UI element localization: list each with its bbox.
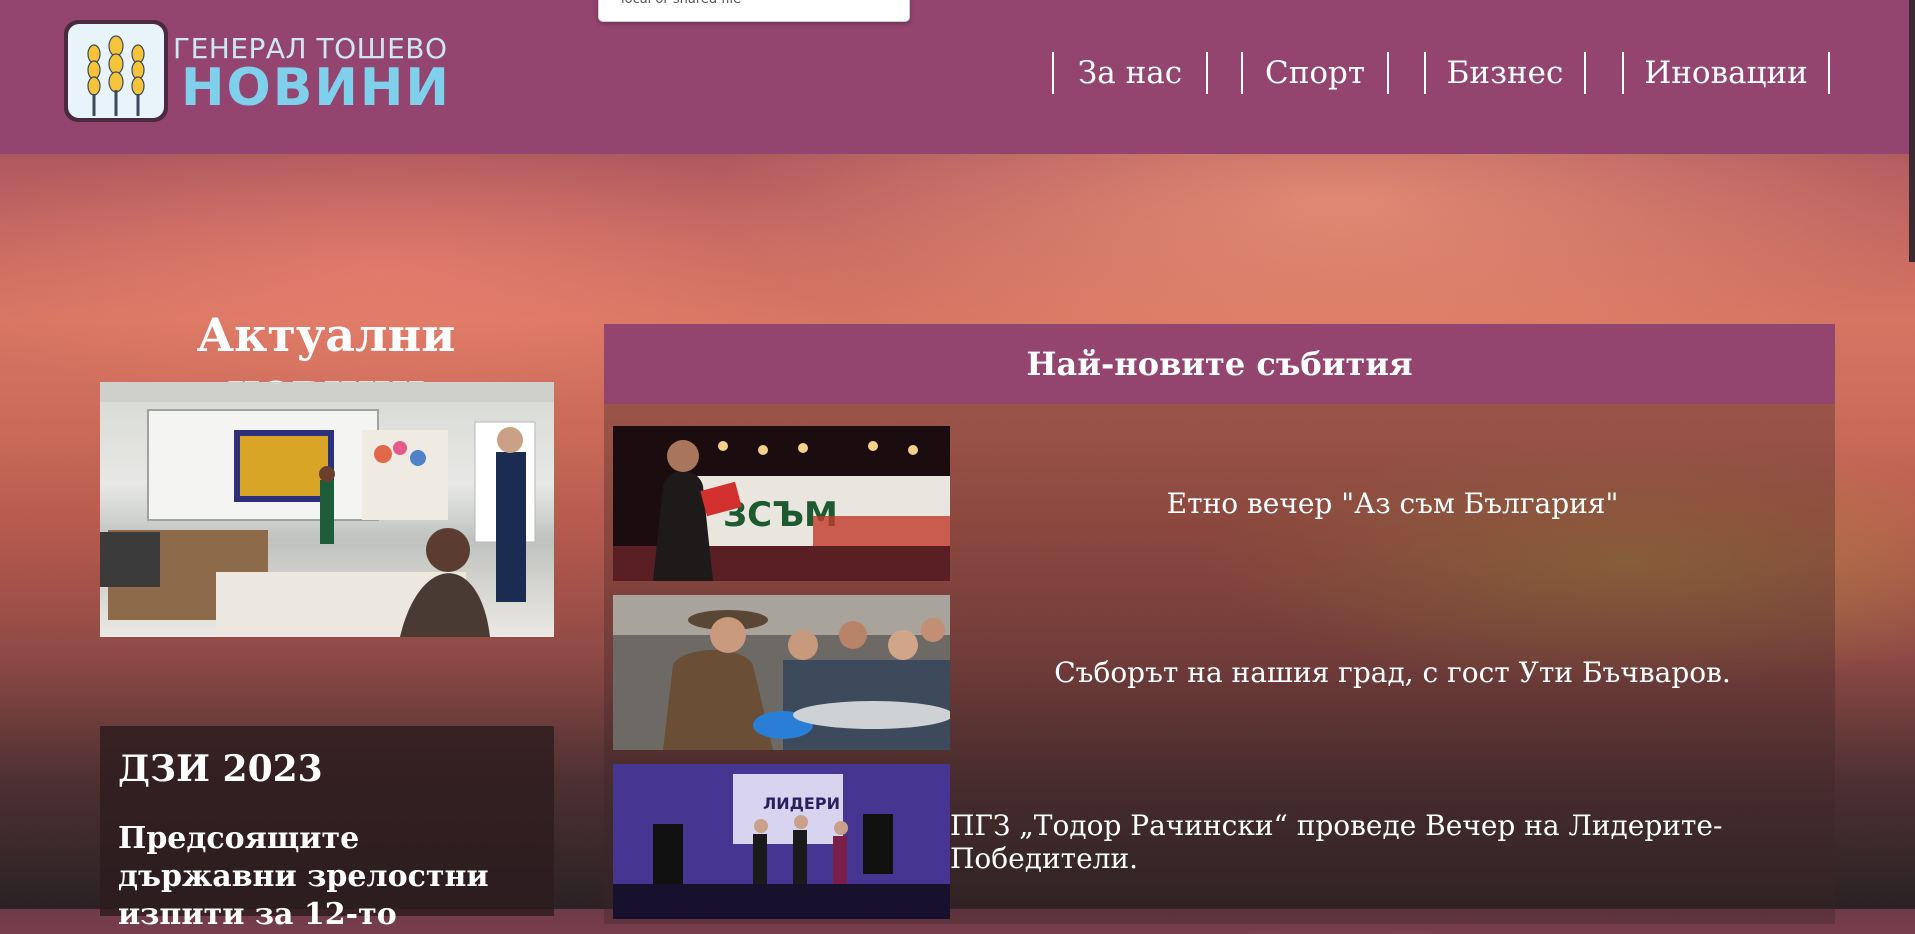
svg-text:ЛИДЕРИ: ЛИДЕРИ [763, 794, 840, 813]
wheat-logo-icon[interactable] [64, 20, 168, 122]
file-tooltip: local or shared file [598, 0, 910, 22]
latest-events-title: Най-новите събития [604, 324, 1835, 404]
nav-item-sport[interactable]: Спорт [1241, 52, 1389, 94]
nav-item-label: Иновации [1644, 55, 1808, 91]
news-card[interactable]: ДЗИ 2023 Предсоящите държавни зрелостни … [100, 726, 554, 932]
latest-events-panel: Най-новите събития ЗСЪМ Етно вечер "Аз с… [604, 324, 1835, 924]
brand-line-2[interactable]: НОВИНИ [181, 58, 451, 118]
nav-item-label: За нас [1077, 55, 1183, 91]
event-photo-ethno[interactable]: ЗСЪМ [613, 426, 950, 581]
news-card-text: Предсоящите държавни зрелостни изпити за… [118, 821, 489, 932]
event-item[interactable]: ЗСЪМ Етно вечер "Аз съм България" [604, 426, 1835, 586]
news-card-title: ДЗИ 2023 [118, 748, 323, 790]
nav-item-innovations[interactable]: Иновации [1622, 52, 1830, 94]
event-photo-festival[interactable] [613, 595, 950, 750]
nav-item-label: Бизнес [1446, 55, 1564, 91]
nav-item-business[interactable]: Бизнес [1424, 52, 1586, 94]
classroom-photo[interactable] [100, 382, 554, 637]
event-photo-concert[interactable]: ЛИДЕРИ [613, 764, 950, 919]
nav-item-about[interactable]: За нас [1052, 52, 1208, 94]
event-item[interactable]: Съборът на нашия град, с гост Ути Бъчвар… [604, 595, 1835, 755]
event-caption[interactable]: ПГЗ „Тодор Рачински“ проведе Вечер на Ли… [950, 764, 1835, 919]
event-item[interactable]: ЛИДЕРИ ПГЗ „Тодор Рачински“ проведе Вече… [604, 764, 1835, 924]
event-caption[interactable]: Съборът на нашия град, с гост Ути Бъчвар… [950, 595, 1835, 750]
nav-item-label: Спорт [1264, 55, 1366, 91]
event-caption[interactable]: Етно вечер "Аз съм България" [950, 426, 1835, 581]
scrollbar[interactable] [1909, 0, 1915, 262]
site-header: ГЕНЕРАЛ ТОШЕВО НОВИНИ local or shared fi… [0, 0, 1915, 154]
